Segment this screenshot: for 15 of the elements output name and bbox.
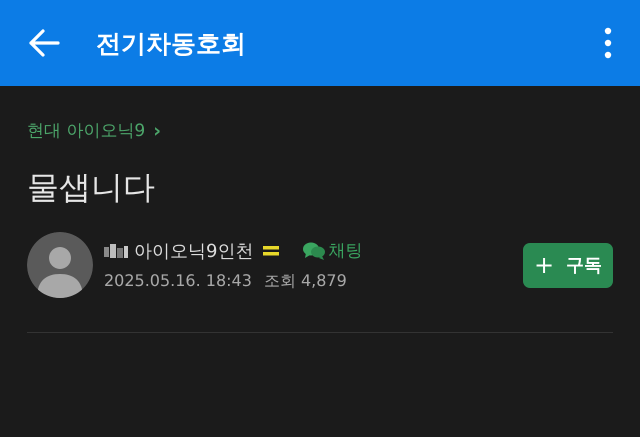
post-date: 2025.05.16. 18:43 [104,270,252,292]
chat-bubbles-icon [303,242,326,260]
subscribe-button[interactable]: + 구독 [523,242,613,288]
author-name[interactable]: 아이오닉9인천 [134,238,254,262]
chevron-icon: › [153,120,162,142]
chat-link[interactable]: 채팅 [303,239,362,262]
post-title: 물샙니다 [27,167,156,208]
grade-icon [263,246,280,256]
app-title: 전기차동호회 [96,28,247,60]
avatar[interactable] [27,232,93,298]
more-menu-icon[interactable] [604,27,612,59]
board-link[interactable]: 현대 아이오닉9 [27,119,146,142]
censored-name-mark [104,242,130,258]
back-arrow-icon[interactable] [28,29,60,57]
view-count: 조회 4,879 [264,270,347,292]
